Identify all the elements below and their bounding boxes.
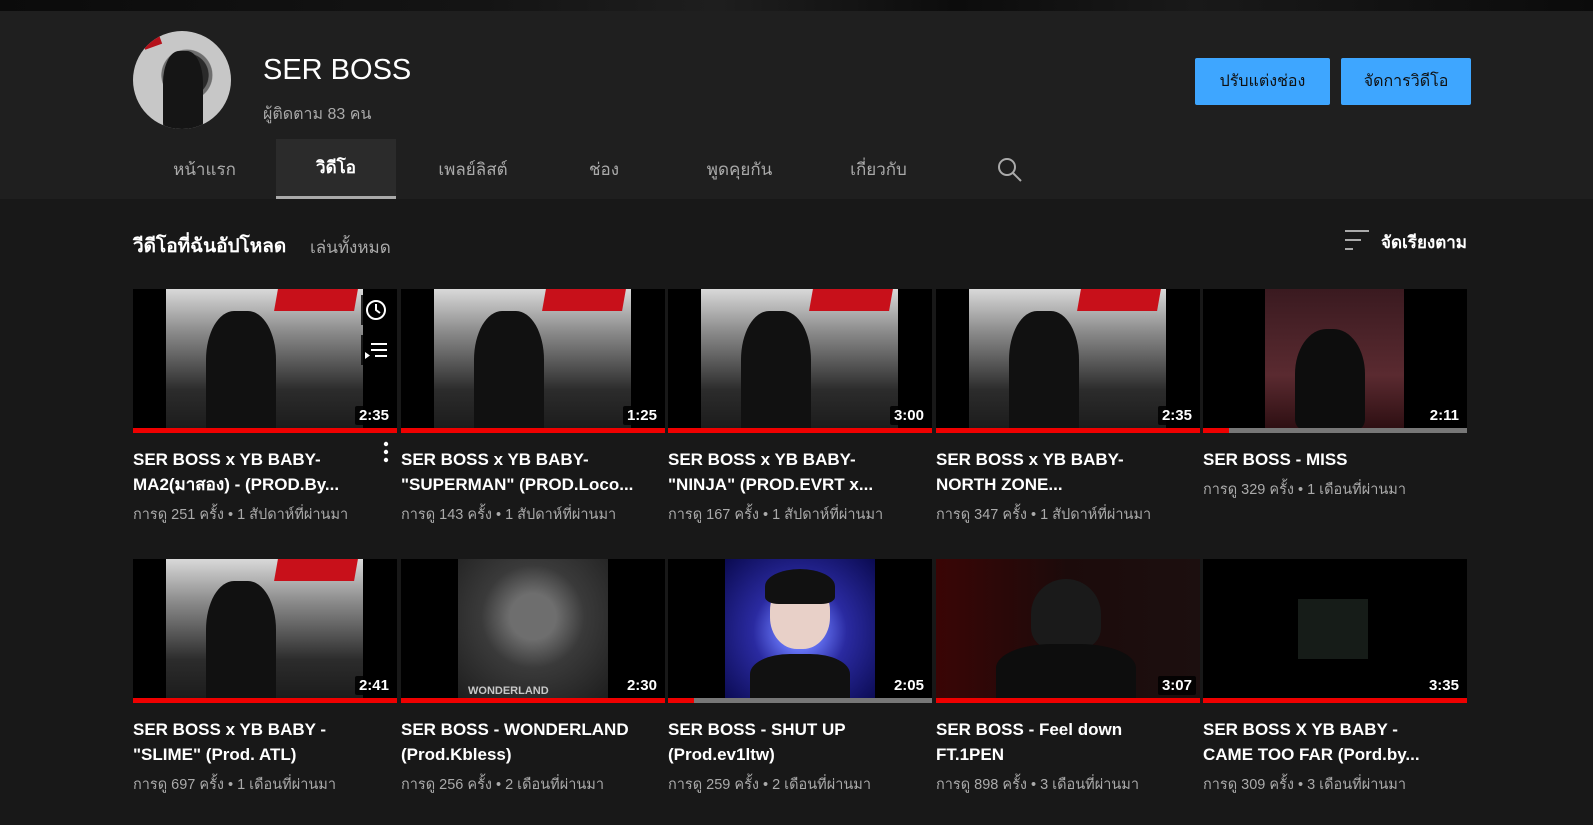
watch-progress-bar <box>1203 428 1467 433</box>
video-meta: การดู 347 ครั้ง • 1 สัปดาห์ที่ผ่านมา <box>936 507 1152 523</box>
video-duration: 2:05 <box>889 676 928 695</box>
video-meta: การดู 329 ครั้ง • 1 เดือนที่ผ่านมา <box>1203 482 1406 498</box>
channel-header: SER BOSS ผู้ติดตาม 83 คน ปรับแต่งช่อง จั… <box>0 11 1593 199</box>
tab-playlists[interactable]: เพลย์ลิสต์ <box>396 139 550 199</box>
video-duration: 3:07 <box>1157 676 1196 695</box>
video-title[interactable]: SER BOSS x YB BABY- NORTH ZONE... <box>936 447 1176 497</box>
channel-tabs: หน้าแรก วิดีโอ เพลย์ลิสต์ ช่อง พูดคุยกัน… <box>133 139 936 199</box>
watch-progress-bar <box>1203 698 1467 703</box>
watch-progress-bar <box>936 428 1200 433</box>
video-meta: การดู 259 ครั้ง • 2 เดือนที่ผ่านมา <box>668 777 871 793</box>
video-thumbnail[interactable]: WONDERLAND 2:30 <box>401 559 665 703</box>
more-options-icon[interactable] <box>383 441 389 463</box>
video-card[interactable]: 3:00 SER BOSS x YB BABY- "NINJA" (PROD.EV… <box>668 289 932 526</box>
video-card[interactable]: WONDERLAND 2:30 SER BOSS - WONDERLAND (Pro… <box>401 559 665 796</box>
video-title[interactable]: SER BOSS x YB BABY - "SLIME" (Prod. ATL) <box>133 717 373 767</box>
watch-progress-bar <box>936 698 1200 703</box>
video-card[interactable]: 3:07 SER BOSS - Feel down FT.1PEN การดู 89… <box>936 559 1200 796</box>
video-thumbnail[interactable]: 2:35 <box>133 289 397 433</box>
tab-about[interactable]: เกี่ยวกับ <box>821 139 936 199</box>
video-thumbnail[interactable]: 3:07 <box>936 559 1200 703</box>
search-icon[interactable] <box>996 156 1024 184</box>
video-card[interactable]: 2:05 SER BOSS - SHUT UP (Prod.ev1ltw) การด… <box>668 559 932 796</box>
watch-progress-bar <box>668 428 932 433</box>
video-meta: การดู 256 ครั้ง • 2 เดือนที่ผ่านมา <box>401 777 604 793</box>
tab-discussion[interactable]: พูดคุยกัน <box>658 139 821 199</box>
video-thumbnail[interactable]: 2:41 <box>133 559 397 703</box>
video-title[interactable]: SER BOSS - WONDERLAND (Prod.Kbless) <box>401 717 641 767</box>
video-thumbnail[interactable]: 2:11 <box>1203 289 1467 433</box>
manage-videos-button[interactable]: จัดการวิดีโอ <box>1341 58 1471 105</box>
video-card[interactable]: 1:25 SER BOSS x YB BABY- "SUPERMAN" (PROD… <box>401 289 665 526</box>
add-to-queue-icon[interactable] <box>361 335 391 365</box>
watch-progress-bar <box>401 428 665 433</box>
video-meta: การดู 697 ครั้ง • 1 เดือนที่ผ่านมา <box>133 777 336 793</box>
subscriber-count: ผู้ติดตาม 83 คน <box>263 106 372 123</box>
video-card[interactable]: 2:11 SER BOSS - MISS การดู 329 ครั้ง • 1 เ… <box>1203 289 1467 501</box>
video-meta: การดู 167 ครั้ง • 1 สัปดาห์ที่ผ่านมา <box>668 507 884 523</box>
video-card[interactable]: 2:35 SER BOSS x YB BABY- MA2(มาสอง) - (PR… <box>133 289 397 526</box>
video-duration: 2:35 <box>354 406 393 425</box>
video-duration: 2:35 <box>1157 406 1196 425</box>
video-card[interactable]: 2:35 SER BOSS x YB BABY- NORTH ZONE... การ… <box>936 289 1200 526</box>
video-title[interactable]: SER BOSS - MISS <box>1203 447 1443 472</box>
channel-title: SER BOSS <box>263 54 412 86</box>
video-thumbnail[interactable]: 2:35 <box>936 289 1200 433</box>
channel-avatar[interactable] <box>133 31 231 129</box>
video-title[interactable]: SER BOSS x YB BABY- "NINJA" (PROD.EVRT x… <box>668 447 908 497</box>
video-title[interactable]: SER BOSS X YB BABY - CAME TOO FAR (Pord.… <box>1203 717 1443 767</box>
section-title: วีดีโอที่ฉันอัปโหลด <box>133 236 287 257</box>
sort-label: จัดเรียงตาม <box>1381 233 1467 252</box>
sort-icon <box>1345 229 1369 256</box>
video-title[interactable]: SER BOSS - Feel down FT.1PEN <box>936 717 1176 767</box>
video-thumbnail[interactable]: 2:05 <box>668 559 932 703</box>
video-title[interactable]: SER BOSS x YB BABY- MA2(มาสอง) - (PROD.B… <box>133 447 373 497</box>
video-card[interactable]: 2:41 SER BOSS x YB BABY - "SLIME" (Prod. … <box>133 559 397 796</box>
video-duration: 2:11 <box>1425 406 1463 425</box>
video-title[interactable]: SER BOSS x YB BABY- "SUPERMAN" (PROD.Loc… <box>401 447 641 497</box>
customize-channel-button[interactable]: ปรับแต่งช่อง <box>1195 58 1330 105</box>
video-thumbnail[interactable]: 1:25 <box>401 289 665 433</box>
video-duration: 3:00 <box>889 406 928 425</box>
channel-banner <box>0 0 1593 11</box>
sort-button[interactable]: จัดเรียงตาม <box>1345 229 1467 256</box>
video-duration: 2:41 <box>354 676 393 695</box>
play-all-link[interactable]: เล่นทั้งหมด <box>310 234 391 261</box>
video-meta: การดู 143 ครั้ง • 1 สัปดาห์ที่ผ่านมา <box>401 507 617 523</box>
video-duration: 3:35 <box>1424 676 1463 695</box>
video-duration: 2:30 <box>622 676 661 695</box>
watch-progress-bar <box>133 428 397 433</box>
video-meta: การดู 898 ครั้ง • 3 เดือนที่ผ่านมา <box>936 777 1139 793</box>
tab-channels[interactable]: ช่อง <box>550 139 658 199</box>
video-meta: การดู 251 ครั้ง • 1 สัปดาห์ที่ผ่านมา <box>133 507 349 523</box>
video-thumbnail[interactable]: 3:00 <box>668 289 932 433</box>
tab-videos[interactable]: วิดีโอ <box>276 139 396 199</box>
video-card[interactable]: 3:35 SER BOSS X YB BABY - CAME TOO FAR (P… <box>1203 559 1467 796</box>
video-duration: 1:25 <box>622 406 661 425</box>
thumbnail-hover-actions <box>361 295 391 365</box>
video-thumbnail[interactable]: 3:35 <box>1203 559 1467 703</box>
video-title[interactable]: SER BOSS - SHUT UP (Prod.ev1ltw) <box>668 717 908 767</box>
watch-progress-bar <box>668 698 932 703</box>
watch-progress-bar <box>401 698 665 703</box>
watch-progress-bar <box>133 698 397 703</box>
watch-later-icon[interactable] <box>361 295 391 325</box>
video-meta: การดู 309 ครั้ง • 3 เดือนที่ผ่านมา <box>1203 777 1406 793</box>
tab-home[interactable]: หน้าแรก <box>133 139 276 199</box>
